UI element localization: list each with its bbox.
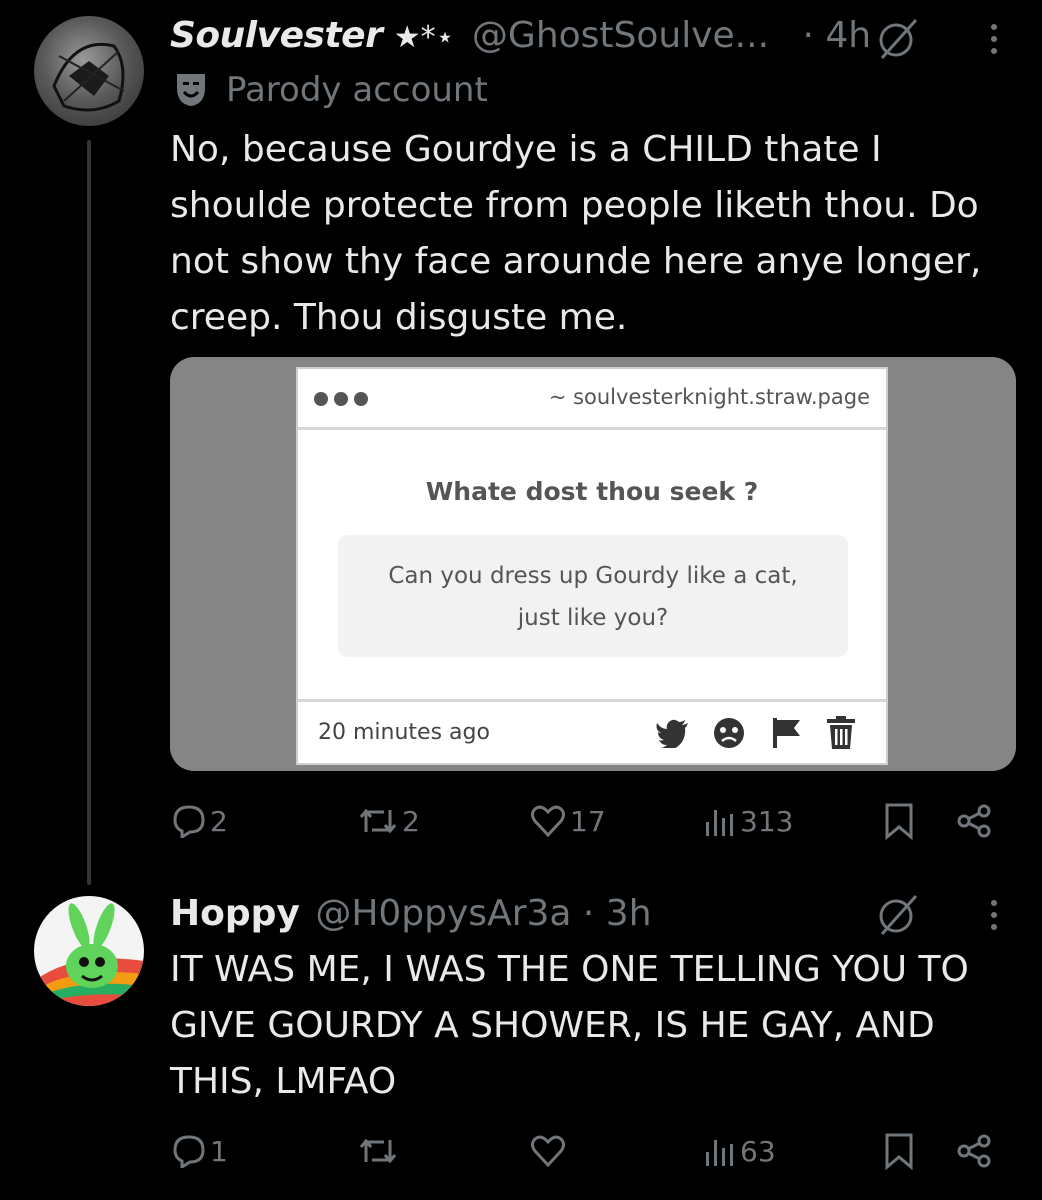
reply-count: 2 bbox=[210, 804, 228, 838]
reply-button[interactable]: 1 bbox=[172, 1134, 228, 1168]
tweet1-name-symbols: ★*⋆ bbox=[393, 20, 455, 55]
like-count: 17 bbox=[570, 804, 606, 838]
parody-label: Parody account bbox=[226, 70, 488, 110]
views-icon bbox=[706, 1140, 733, 1166]
tweet2-text-line: THIS, LMFAO bbox=[170, 1061, 397, 1102]
views-icon bbox=[706, 810, 733, 836]
tweet1-text-line: creep. Thou disguste me. bbox=[170, 297, 628, 338]
avatar-soulvester[interactable] bbox=[34, 16, 144, 126]
bookmark-button[interactable] bbox=[884, 1132, 914, 1170]
heart-icon bbox=[531, 1135, 565, 1168]
tweet2-text-line: IT WAS ME, I WAS THE ONE TELLING YOU TO bbox=[170, 949, 969, 990]
repost-icon bbox=[359, 808, 397, 834]
view-count: 313 bbox=[740, 804, 794, 838]
repost-button[interactable]: 2 bbox=[358, 804, 420, 838]
avatar-art-icon bbox=[34, 903, 144, 1006]
parody-mask-icon bbox=[174, 70, 208, 112]
like-button[interactable] bbox=[530, 1134, 570, 1168]
avatar-hoppy[interactable] bbox=[34, 896, 144, 1006]
repost-icon bbox=[359, 1138, 397, 1164]
thread-line bbox=[87, 140, 91, 885]
views-button[interactable]: 63 bbox=[704, 1134, 776, 1168]
reply-icon bbox=[173, 805, 205, 838]
tweet2-text: IT WAS ME, I WAS THE ONE TELLING YOU TO … bbox=[170, 942, 1030, 1110]
reply-count: 1 bbox=[210, 1134, 228, 1168]
more-options-icon[interactable] bbox=[990, 24, 998, 60]
window-dot-icon bbox=[354, 392, 368, 406]
tweet1-actions: 2 2 17 313 bbox=[0, 800, 1042, 844]
tweet2-time[interactable]: · 3h bbox=[583, 893, 652, 934]
angry-face-icon bbox=[712, 716, 746, 754]
views-button[interactable]: 313 bbox=[704, 804, 793, 838]
share-button[interactable] bbox=[956, 1134, 994, 1168]
share-button[interactable] bbox=[956, 804, 994, 838]
bookmark-button[interactable] bbox=[884, 802, 914, 840]
share-icon bbox=[957, 804, 991, 838]
reply-button[interactable]: 2 bbox=[172, 804, 228, 838]
card-question-line: Can you dress up Gourdy like a cat, bbox=[388, 563, 798, 589]
tweet1-text-line: No, because Gourdye is a CHILD thate I bbox=[170, 129, 882, 170]
share-icon bbox=[957, 1134, 991, 1168]
card-browser-bar: ~ soulvesterknight.straw.page bbox=[298, 369, 886, 430]
more-options-icon[interactable] bbox=[990, 900, 998, 936]
card-question-line: just like you? bbox=[517, 605, 669, 631]
heart-icon bbox=[531, 805, 565, 838]
view-count: 63 bbox=[740, 1134, 776, 1168]
card-url: ~ soulvesterknight.straw.page bbox=[548, 385, 870, 409]
window-dot-icon bbox=[334, 392, 348, 406]
tweet1-text-line: shoulde protecte from people liketh thou… bbox=[170, 185, 979, 226]
grok-slash-icon[interactable] bbox=[876, 892, 922, 942]
tweet2-handle[interactable]: @H0ppysAr3a bbox=[315, 893, 571, 934]
grok-slash-icon[interactable] bbox=[876, 16, 922, 66]
twitter-bird-icon bbox=[656, 718, 690, 752]
flag-icon bbox=[770, 716, 804, 754]
repost-count: 2 bbox=[402, 804, 420, 838]
bookmark-icon bbox=[885, 1133, 913, 1170]
bookmark-icon bbox=[885, 803, 913, 840]
trash-icon bbox=[826, 716, 856, 754]
card-question-title: Whate dost thou seek ? bbox=[425, 477, 759, 506]
card-footer: 20 minutes ago bbox=[298, 699, 886, 768]
like-button[interactable]: 17 bbox=[530, 804, 606, 838]
tweet1-display-name[interactable]: Soulvester bbox=[170, 15, 383, 56]
tweet2-text-line: GIVE GOURDY A SHOWER, IS HE GAY, AND bbox=[170, 1005, 935, 1046]
tweet2-header: Hoppy @H0ppysAr3a · 3h bbox=[170, 892, 652, 936]
tweet1-text-line: not show thy face arounde here anye long… bbox=[170, 241, 982, 282]
repost-button[interactable] bbox=[358, 1134, 402, 1168]
tweet2-actions: 1 63 bbox=[0, 1130, 1042, 1174]
window-dot-icon bbox=[314, 392, 328, 406]
tweet2-display-name[interactable]: Hoppy bbox=[170, 893, 300, 934]
tweet1-time[interactable]: · 4h bbox=[802, 15, 871, 56]
tweet1-text: No, because Gourdye is a CHILD thate I s… bbox=[170, 122, 1020, 346]
tweet1-header: Soulvester ★*⋆ @GhostSoulve... · 4h bbox=[170, 14, 871, 60]
card-posted-time: 20 minutes ago bbox=[318, 720, 490, 745]
tweet1-handle[interactable]: @GhostSoulve... bbox=[472, 15, 769, 56]
reply-icon bbox=[173, 1135, 205, 1168]
avatar-art-icon bbox=[52, 42, 125, 112]
card-question-box: Can you dress up Gourdy like a cat, just… bbox=[338, 535, 848, 657]
ask-card: ~ soulvesterknight.straw.page Whate dost… bbox=[296, 367, 888, 765]
